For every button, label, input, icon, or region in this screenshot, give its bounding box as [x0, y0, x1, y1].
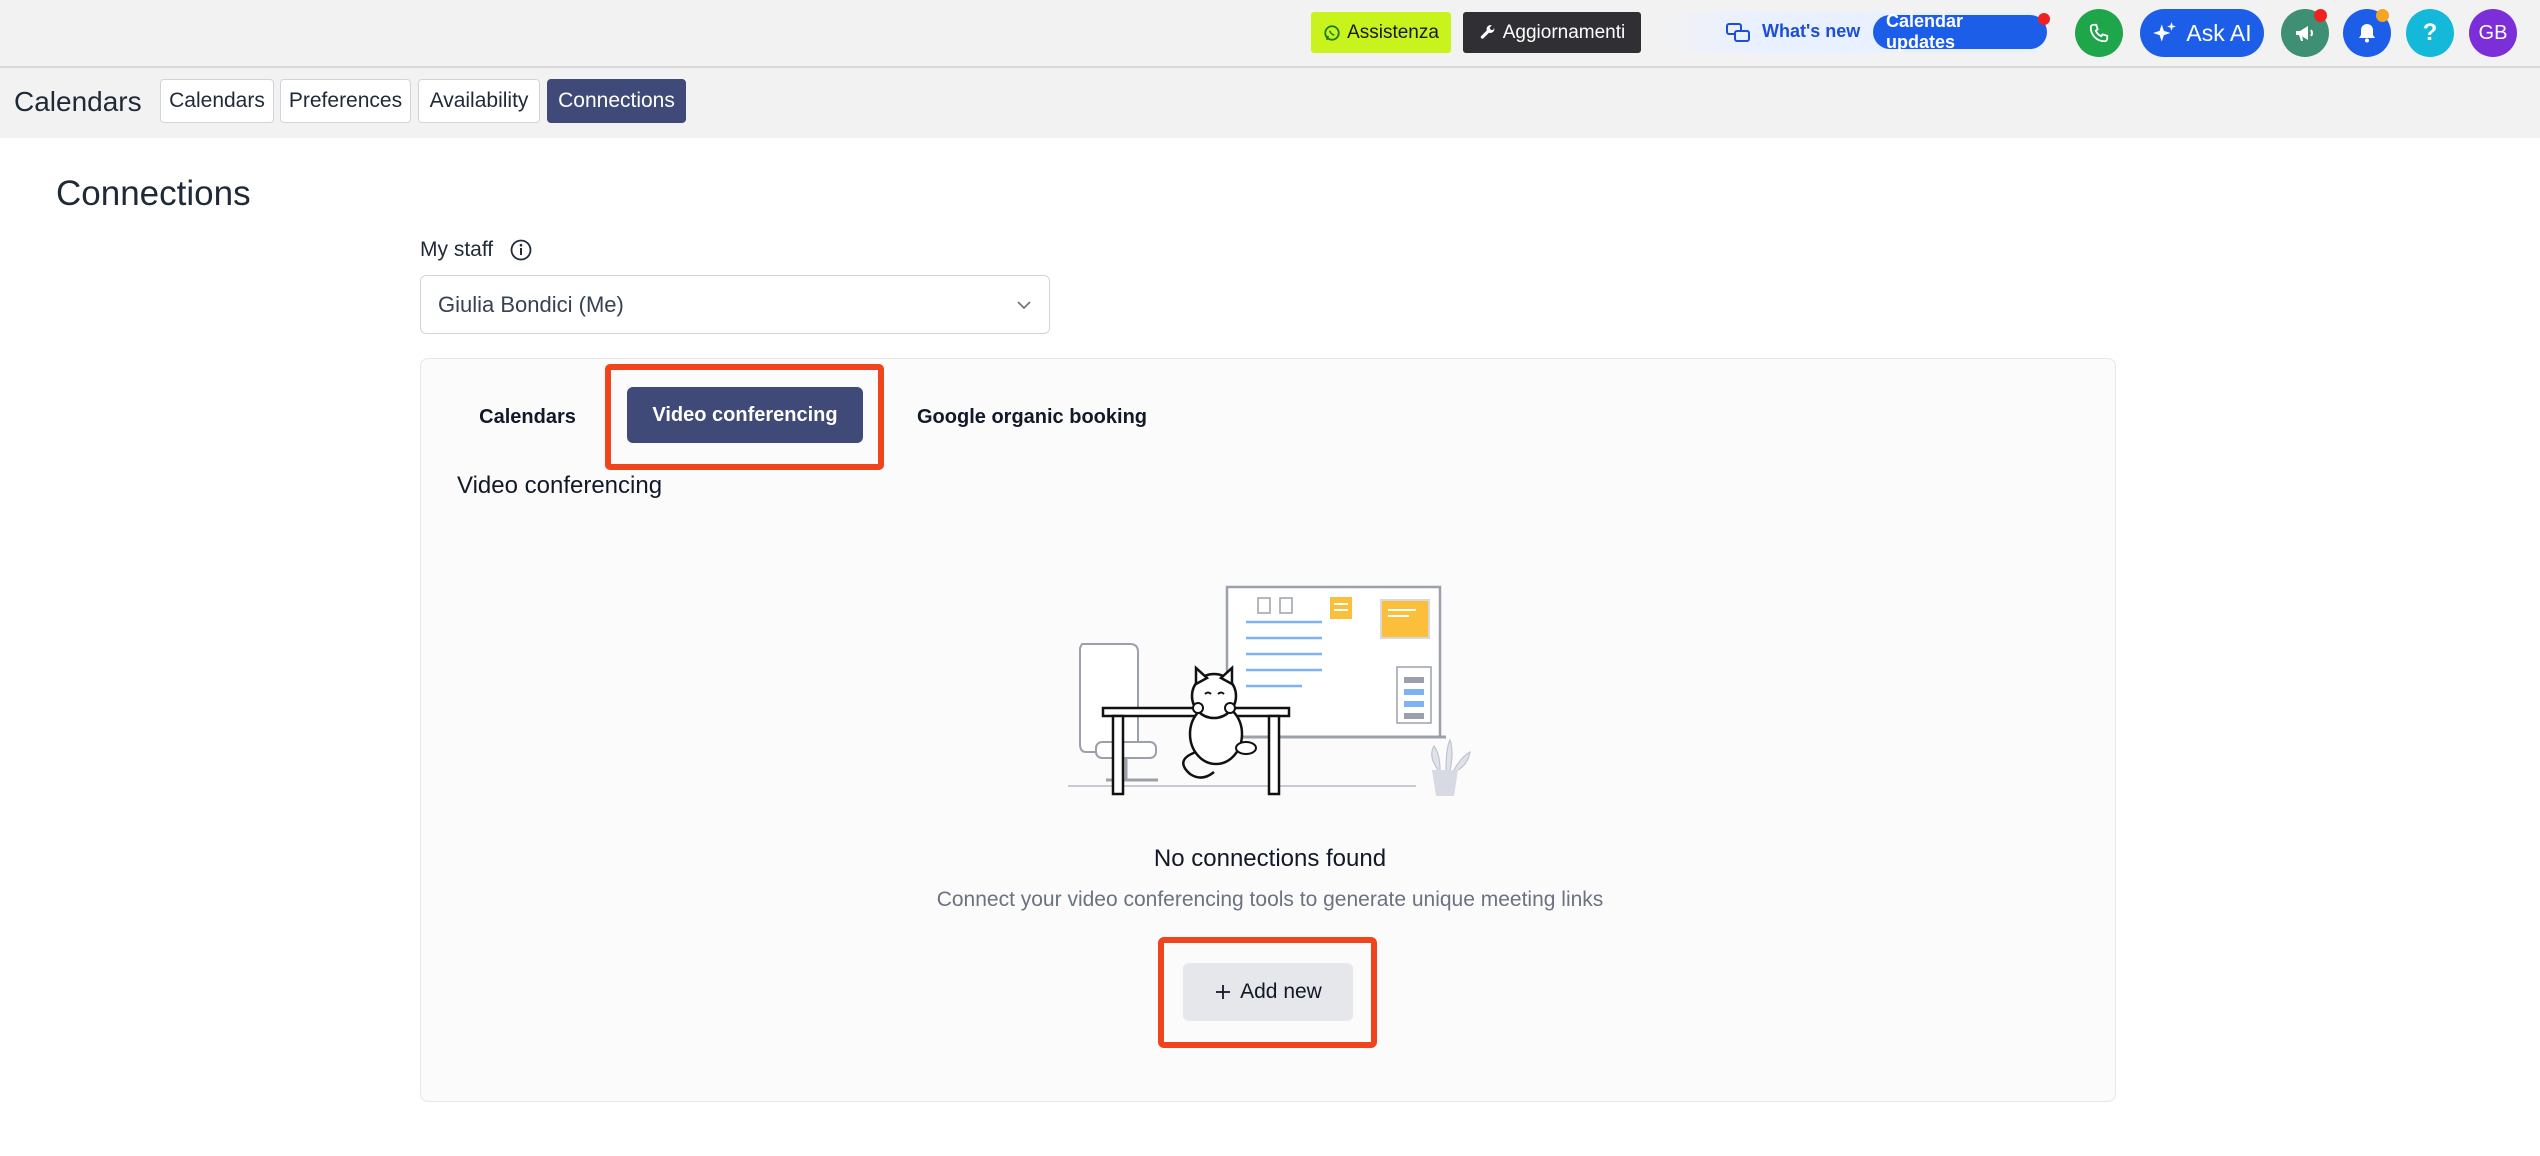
staff-select-value: Giulia Bondici (Me) [438, 292, 624, 317]
megaphone-icon [2296, 26, 2313, 41]
assistenza-button[interactable]: Assistenza [1311, 12, 1451, 53]
notification-dot [2038, 13, 2050, 25]
tab-card-calendars[interactable]: Calendars [459, 396, 596, 438]
whats-new-pill[interactable]: What's new Calendar updates [1655, 11, 2050, 53]
avatar[interactable]: GB [2469, 9, 2517, 57]
ask-ai-button[interactable]: Ask AI [2140, 9, 2264, 57]
my-staff-label: My staff [420, 238, 494, 261]
tab-calendars[interactable]: Calendars [160, 79, 274, 123]
aggiornamenti-label: Aggiornamenti [1502, 21, 1626, 43]
announcements-badge [2314, 9, 2327, 22]
tab-google-organic-booking[interactable]: Google organic booking [900, 396, 1164, 438]
aggiornamenti-button[interactable]: Aggiornamenti [1463, 12, 1641, 53]
assistenza-label: Assistenza [1347, 21, 1439, 43]
whats-new-label[interactable]: What's new [1762, 21, 1860, 42]
calendar-updates-button[interactable]: Calendar updates [1873, 11, 2050, 52]
empty-state-subtitle: Connect your video conferencing tools to… [936, 888, 1604, 911]
avatar-initials: GB [2478, 21, 2508, 44]
announcements-button[interactable] [2281, 9, 2329, 57]
highlight-video-conferencing-tab [605, 364, 884, 470]
page-title: Connections [56, 174, 251, 213]
empty-state-title: No connections found [1153, 845, 1387, 872]
phone-icon [2089, 23, 2109, 43]
sparkles-icon [2153, 22, 2177, 42]
staff-select[interactable]: Giulia Bondici (Me) [420, 275, 1050, 334]
info-icon[interactable] [509, 238, 533, 262]
chevron-down-icon [1017, 301, 1031, 310]
notifications-button[interactable] [2343, 9, 2391, 57]
help-icon: ? [2422, 19, 2438, 46]
top-bar: Assistenza Aggiornamenti What's new Cale… [0, 0, 2540, 68]
phone-button[interactable] [2075, 9, 2123, 57]
tab-preferences[interactable]: Preferences [280, 79, 411, 123]
bell-icon [2359, 24, 2375, 43]
help-button[interactable]: ? [2406, 9, 2454, 57]
tab-connections[interactable]: Connections [547, 79, 686, 123]
notifications-badge [2376, 9, 2389, 22]
empty-state-illustration [1068, 585, 1471, 796]
highlight-add-new-button [1158, 937, 1377, 1048]
sub-navigation: Calendars Calendars Preferences Availabi… [0, 68, 2540, 138]
chat-bubbles-icon [1726, 23, 1750, 42]
section-title: Calendars [14, 86, 142, 117]
whatsapp-icon [1324, 24, 1340, 41]
tab-availability[interactable]: Availability [418, 79, 540, 123]
calendar-updates-label: Calendar updates [1886, 11, 1964, 52]
wrench-icon [1480, 24, 1495, 39]
ask-ai-label: Ask AI [2186, 19, 2252, 46]
video-conferencing-heading: Video conferencing [457, 472, 663, 499]
